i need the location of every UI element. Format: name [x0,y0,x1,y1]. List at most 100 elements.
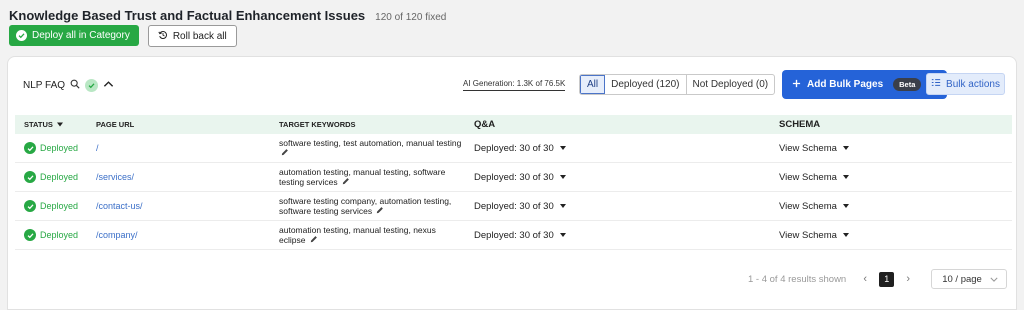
qa-dropdown[interactable]: Deployed: 30 of 30 [474,201,779,212]
status-cell: Deployed [15,171,96,183]
category-actions: Deploy all in Category Roll back all [9,25,237,47]
filter-deployed[interactable]: Deployed (120) [605,75,687,94]
page-url-link[interactable]: / [96,143,99,153]
beta-badge: Beta [893,78,922,91]
status-cell: Deployed [15,200,96,212]
ai-generation-usage: AI Generation: 1.3K of 76.5K [463,79,566,91]
qa-status: Deployed: 30 of 30 [474,200,554,212]
pencil-icon[interactable] [281,148,289,158]
table-row: Deployed /contact-us/ software testing c… [15,192,1012,221]
plus-icon [792,79,801,91]
fixed-count: 120 of 120 fixed [375,12,447,23]
section-label: NLP FAQ [23,80,66,91]
check-circle-icon [24,200,36,212]
chevron-down-icon [990,274,998,285]
page-url-link[interactable]: /services/ [96,172,134,182]
caret-down-icon [559,233,566,237]
view-schema-label: View Schema [779,171,837,183]
keywords-cell: software testing company, automation tes… [279,196,474,217]
pencil-icon[interactable] [310,235,318,245]
deploy-all-label: Deploy all in Category [32,30,130,41]
check-circle-icon [24,229,36,241]
keywords-cell: automation testing, manual testing, nexu… [279,225,474,246]
schema-dropdown[interactable]: View Schema [779,201,1012,212]
column-header-target-keywords: TARGET KEYWORDS [279,119,356,129]
page-title: Knowledge Based Trust and Factual Enhanc… [9,8,366,23]
chevron-left-icon[interactable]: ‹ [856,273,874,285]
add-bulk-pages-button[interactable]: Add Bulk Pages Beta [782,70,947,99]
table-toolbar: NLP FAQ AI Generation: 1.3K of 76.5K All… [8,57,1016,113]
history-icon [158,30,168,43]
list-settings-icon [931,78,941,90]
status-cell: Deployed [15,142,96,154]
column-header-schema: SCHEMA [779,119,821,130]
table-row: Deployed /services/ automation testing, … [15,163,1012,192]
target-keywords: automation testing, manual testing, soft… [279,166,446,187]
status-badge: Deployed [40,143,79,153]
caret-down-icon [559,175,566,179]
pagination: 1 - 4 of 4 results shown ‹ 1 › 10 / page [748,268,1008,290]
keywords-cell: automation testing, manual testing, soft… [279,167,474,188]
bulk-actions-button[interactable]: Bulk actions [926,73,1005,95]
page-header: Knowledge Based Trust and Factual Enhanc… [9,8,1015,26]
schema-dropdown[interactable]: View Schema [779,230,1012,241]
status-badge: Deployed [40,201,79,211]
schema-dropdown[interactable]: View Schema [779,143,1012,154]
view-schema-label: View Schema [779,229,837,241]
target-keywords: software testing, test automation, manua… [279,137,462,148]
schema-dropdown[interactable]: View Schema [779,172,1012,183]
qa-dropdown[interactable]: Deployed: 30 of 30 [474,143,779,154]
table-row: Deployed /company/ automation testing, m… [15,221,1012,250]
qa-status: Deployed: 30 of 30 [474,142,554,154]
chevron-right-icon[interactable]: › [899,273,917,285]
view-schema-label: View Schema [779,142,837,154]
column-header-status[interactable]: STATUS [15,120,96,129]
table-header-row: STATUS PAGE URL TARGET KEYWORDS Q&A SCHE… [15,115,1012,134]
status-badge: Deployed [40,230,79,240]
caret-down-icon [842,233,849,237]
page-number-current[interactable]: 1 [879,271,895,287]
page-size-select[interactable]: 10 / page [931,269,1008,289]
status-ok-icon [85,79,99,92]
table-row: Deployed / software testing, test automa… [15,134,1012,163]
search-icon[interactable] [70,79,80,92]
sort-desc-icon[interactable] [56,120,63,129]
deploy-all-button[interactable]: Deploy all in Category [9,25,139,46]
target-keywords: software testing company, automation tes… [279,195,452,216]
pencil-icon[interactable] [342,177,350,187]
caret-down-icon [842,175,849,179]
rollback-all-label: Roll back all [172,30,227,42]
view-schema-label: View Schema [779,200,837,212]
pencil-icon[interactable] [376,206,384,216]
status-cell: Deployed [15,229,96,241]
pages-table: STATUS PAGE URL TARGET KEYWORDS Q&A SCHE… [15,115,1012,250]
add-bulk-pages-label: Add Bulk Pages [807,79,884,90]
column-header-qa: Q&A [474,119,496,130]
deployment-filter: All Deployed (120) Not Deployed (0) [579,74,776,95]
qa-status: Deployed: 30 of 30 [474,229,554,241]
keywords-cell: software testing, test automation, manua… [279,138,474,159]
caret-down-icon [842,204,849,208]
caret-down-icon [842,146,849,150]
checkmark-icon [16,30,27,41]
chevron-up-icon[interactable] [103,80,114,91]
rollback-all-button[interactable]: Roll back all [147,25,237,47]
qa-dropdown[interactable]: Deployed: 30 of 30 [474,230,779,241]
page-url-link[interactable]: /contact-us/ [96,201,143,211]
qa-status: Deployed: 30 of 30 [474,171,554,183]
page-size-value: 10 / page [942,273,982,285]
page-url-link[interactable]: /company/ [96,230,138,240]
caret-down-icon [559,204,566,208]
column-header-page-url: PAGE URL [96,120,135,129]
status-badge: Deployed [40,172,79,182]
check-circle-icon [24,171,36,183]
qa-dropdown[interactable]: Deployed: 30 of 30 [474,172,779,183]
filter-all[interactable]: All [580,75,606,94]
check-circle-icon [24,142,36,154]
target-keywords: automation testing, manual testing, nexu… [279,224,436,245]
bulk-actions-label: Bulk actions [946,78,1000,90]
section-header[interactable]: NLP FAQ [23,79,114,92]
results-count: 1 - 4 of 4 results shown [748,273,847,285]
caret-down-icon [559,146,566,150]
filter-not-deployed[interactable]: Not Deployed (0) [687,75,775,94]
